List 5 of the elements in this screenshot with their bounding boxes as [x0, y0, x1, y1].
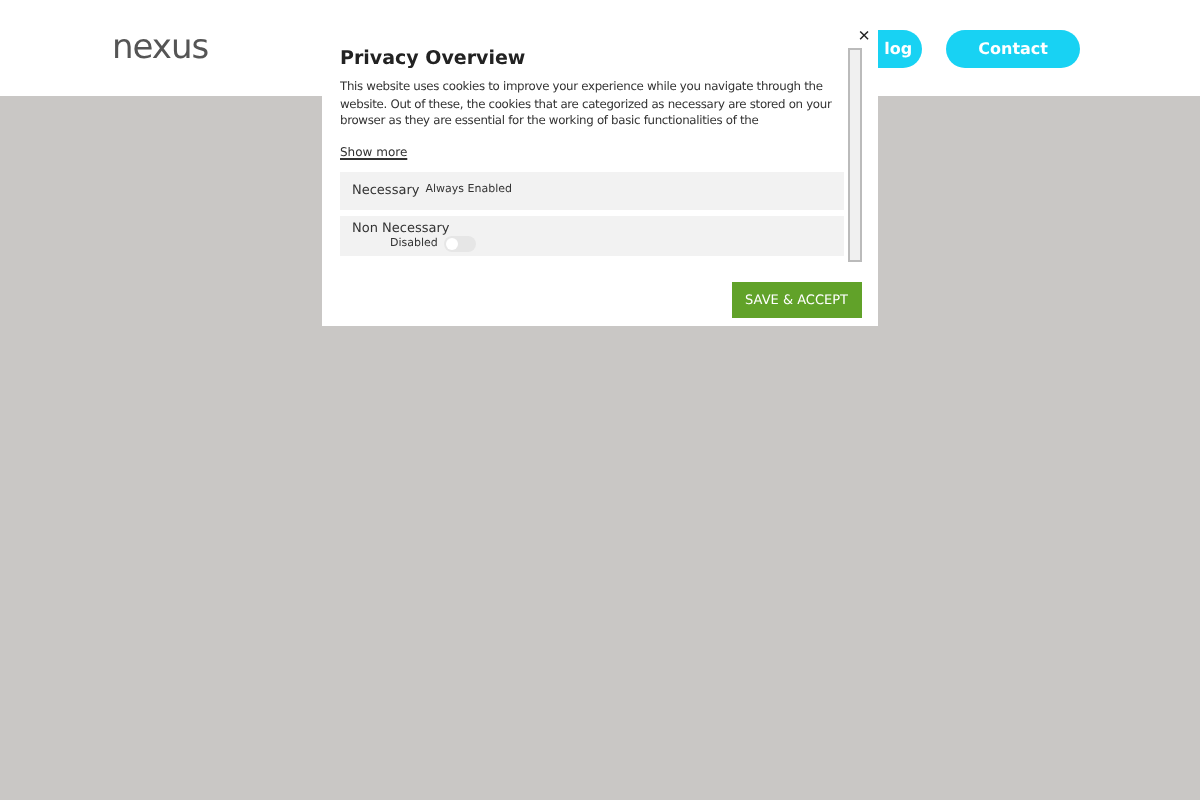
close-button[interactable]: × — [858, 28, 870, 48]
dialog-title: Privacy Overview — [340, 48, 528, 70]
toggle-switch[interactable] — [443, 236, 476, 253]
nexus-logo: nexus — [112, 28, 209, 68]
scrollbar[interactable] — [848, 48, 862, 262]
